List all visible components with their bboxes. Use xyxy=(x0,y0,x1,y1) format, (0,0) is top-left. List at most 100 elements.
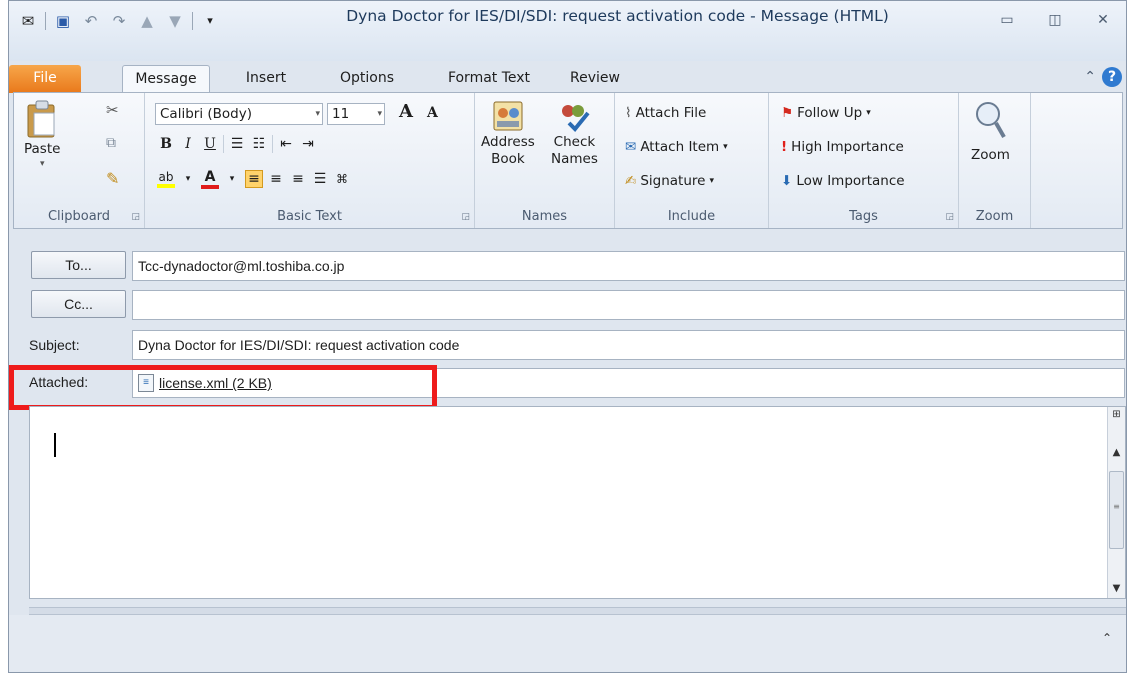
align-left-icon[interactable]: ≡ xyxy=(245,170,263,188)
zoom-group-label: Zoom xyxy=(975,209,1014,224)
window-controls: ▭ ◫ ✕ xyxy=(994,9,1116,31)
paste-dropdown-icon[interactable]: ▾ xyxy=(40,159,45,169)
decrease-indent-icon[interactable]: ⇤ xyxy=(277,136,295,152)
bullets-icon[interactable]: ☰ xyxy=(228,136,246,152)
names-group-label: Names xyxy=(521,209,568,224)
align-center-icon[interactable]: ≡ xyxy=(267,171,285,187)
low-importance-label: Low Importance xyxy=(796,173,905,189)
zoom-button[interactable]: Zoom xyxy=(971,99,1010,163)
include-group-label: Include xyxy=(667,209,716,224)
tags-group-label: Tags xyxy=(849,209,878,224)
basic-text-group-label: Basic Text xyxy=(277,209,342,224)
tab-review[interactable]: Review xyxy=(557,65,633,93)
font-name-dropdown-icon[interactable]: ▾ xyxy=(315,104,320,124)
attachments-field: ≡ license.xml (2 KB) xyxy=(132,368,1125,398)
help-area: ⌃ ? xyxy=(1084,67,1122,87)
basic-text-launcher-icon[interactable]: ◲ xyxy=(461,212,470,222)
tags-group: ⚑ Follow Up ▾ ! High Importance ⬇ Low Im… xyxy=(769,93,959,228)
follow-up-dropdown-icon[interactable]: ▾ xyxy=(866,108,871,118)
tags-launcher-icon[interactable]: ◲ xyxy=(945,212,954,222)
clipboard-group: Paste ▾ ✂ ⧉ ✎ Clipboard ◲ xyxy=(14,93,145,228)
signature-button[interactable]: ✍ Signature ▾ xyxy=(625,173,714,189)
message-body[interactable]: ⊞ ▲ ≡ ▼ xyxy=(29,406,1126,599)
follow-up-button[interactable]: ⚑ Follow Up ▾ xyxy=(781,105,871,121)
check-names-label-2: Names xyxy=(551,151,598,167)
bold-icon[interactable]: B xyxy=(157,136,175,152)
ruler-toggle-icon[interactable]: ⊞ xyxy=(1109,409,1124,420)
tab-message[interactable]: Message xyxy=(122,65,210,93)
styles-icon[interactable]: ⌘ xyxy=(333,172,351,186)
help-icon[interactable]: ? xyxy=(1102,67,1122,87)
to-field[interactable]: Tcc-dynadoctor@ml.toshiba.co.jp xyxy=(132,251,1125,281)
zoom-group: Zoom Zoom xyxy=(959,93,1031,228)
check-names-icon xyxy=(562,105,590,132)
people-pane xyxy=(9,615,1126,672)
subject-label: Subject: xyxy=(29,337,80,353)
format-separator-2 xyxy=(272,135,273,153)
address-book-icon xyxy=(493,101,523,131)
minimize-ribbon-icon[interactable]: ⌃ xyxy=(1084,69,1096,85)
ribbon-tabs: File Message Insert Options Format Text … xyxy=(9,61,1126,93)
tab-insert[interactable]: Insert xyxy=(231,65,301,93)
reading-pane-splitter[interactable] xyxy=(29,607,1126,615)
check-names-label-1: Check xyxy=(553,134,596,150)
font-name-combo[interactable]: Calibri (Body) ▾ xyxy=(155,103,323,125)
outlook-message-window: ✉ ▣ ↶ ↷ ▲ ▼ ▾ Dyna Doctor for IES/DI/SDI… xyxy=(8,0,1127,673)
font-name-value: Calibri (Body) xyxy=(160,106,252,122)
numbering-icon[interactable]: ☷ xyxy=(250,136,268,152)
font-color-dropdown-icon[interactable]: ▾ xyxy=(223,174,241,184)
expand-people-pane-icon[interactable]: ⌃ xyxy=(1102,631,1112,645)
to-button[interactable]: To... xyxy=(31,251,126,279)
low-importance-icon: ⬇ xyxy=(781,173,793,189)
high-importance-label: High Importance xyxy=(791,139,904,155)
shrink-font-icon[interactable]: A xyxy=(427,105,438,121)
underline-icon[interactable]: U xyxy=(201,136,219,152)
attach-file-label: Attach File xyxy=(635,105,707,121)
minimize-icon[interactable]: ▭ xyxy=(994,9,1020,31)
scroll-down-icon[interactable]: ▼ xyxy=(1109,583,1124,594)
close-icon[interactable]: ✕ xyxy=(1090,9,1116,31)
attachment-link[interactable]: license.xml (2 KB) xyxy=(159,369,272,397)
low-importance-button[interactable]: ⬇ Low Importance xyxy=(781,173,905,189)
font-size-value: 11 xyxy=(332,106,350,122)
title-bar: ✉ ▣ ↶ ↷ ▲ ▼ ▾ Dyna Doctor for IES/DI/SDI… xyxy=(9,1,1126,61)
font-size-combo[interactable]: 11 ▾ xyxy=(327,103,385,125)
tab-format-text[interactable]: Format Text xyxy=(434,65,544,93)
address-book-label-1: Address xyxy=(481,134,535,150)
cut-icon[interactable]: ✂ xyxy=(106,101,119,119)
highlight-color-icon[interactable]: ab xyxy=(157,170,175,188)
subject-field[interactable]: Dyna Doctor for IES/DI/SDI: request acti… xyxy=(132,330,1125,360)
justify-icon[interactable]: ☰ xyxy=(311,171,329,187)
address-book-button[interactable]: Address Book xyxy=(481,99,535,167)
signature-dropdown-icon[interactable]: ▾ xyxy=(709,176,714,186)
grow-font-icon[interactable]: A xyxy=(399,101,413,122)
attach-item-button[interactable]: ✉ Attach Item ▾ xyxy=(625,139,728,155)
tab-options[interactable]: Options xyxy=(327,65,407,93)
scroll-up-icon[interactable]: ▲ xyxy=(1109,447,1124,458)
clipboard-launcher-icon[interactable]: ◲ xyxy=(131,212,140,222)
font-color-icon[interactable]: A xyxy=(201,169,219,189)
increase-indent-icon[interactable]: ⇥ xyxy=(299,136,317,152)
align-right-icon[interactable]: ≡ xyxy=(289,171,307,187)
scroll-thumb[interactable]: ≡ xyxy=(1109,471,1124,549)
copy-icon[interactable]: ⧉ xyxy=(106,135,116,151)
cc-field[interactable] xyxy=(132,290,1125,320)
maximize-icon[interactable]: ◫ xyxy=(1042,9,1068,31)
body-scrollbar[interactable]: ⊞ ▲ ≡ ▼ xyxy=(1107,407,1125,598)
highlight-dropdown-icon[interactable]: ▾ xyxy=(179,174,197,184)
high-importance-button[interactable]: ! High Importance xyxy=(781,139,904,155)
tab-file[interactable]: File xyxy=(9,65,81,93)
color-align-row: ab ▾ A ▾ ≡ ≡ ≡ ☰ ⌘ xyxy=(157,169,351,189)
format-painter-icon[interactable]: ✎ xyxy=(106,169,119,188)
follow-up-label: Follow Up xyxy=(797,105,863,121)
check-names-button[interactable]: Check Names xyxy=(551,99,598,167)
paste-label: Paste xyxy=(24,141,61,157)
high-importance-icon: ! xyxy=(781,139,788,155)
italic-icon[interactable]: I xyxy=(179,136,197,152)
attach-item-label: Attach Item xyxy=(640,139,720,155)
cc-button[interactable]: Cc... xyxy=(31,290,126,318)
font-size-dropdown-icon[interactable]: ▾ xyxy=(377,104,382,124)
attach-item-dropdown-icon[interactable]: ▾ xyxy=(723,142,728,152)
paste-button[interactable]: Paste ▾ xyxy=(24,99,60,169)
attach-file-button[interactable]: ⌇ Attach File xyxy=(625,105,706,121)
